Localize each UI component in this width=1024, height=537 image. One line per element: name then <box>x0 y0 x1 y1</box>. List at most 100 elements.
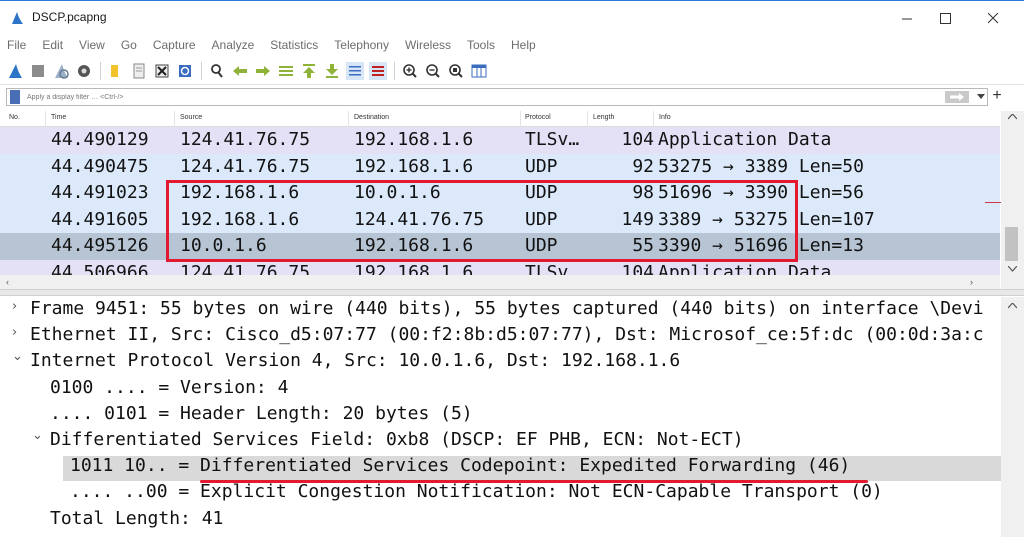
file-icon <box>133 63 145 78</box>
file-button[interactable] <box>130 62 148 80</box>
zoom-out-button[interactable] <box>424 62 442 80</box>
menu-capture[interactable]: Capture <box>153 38 196 52</box>
zoom-in-button[interactable] <box>401 62 419 80</box>
reload-button[interactable] <box>176 62 194 80</box>
cell-length: 104 <box>621 129 654 150</box>
column-divider <box>348 111 349 127</box>
cell-protocol: UDP <box>525 235 558 256</box>
packet-list-vertical-scrollbar[interactable] <box>1001 111 1024 275</box>
column-divider <box>45 111 46 127</box>
cell-info: 51696 → 3390 Len=56 <box>658 182 864 203</box>
cell-source: 192.168.1.6 <box>180 208 300 230</box>
table-row[interactable]: 44.491023 192.168.1.6 10.0.1.6 UDP 98 51… <box>0 180 1000 207</box>
resize-columns-button[interactable] <box>470 62 488 80</box>
detail-row[interactable]: › Frame 9451: 55 bytes on wire (440 bits)… <box>0 297 1000 323</box>
pane-splitter[interactable] <box>0 289 1024 296</box>
detail-text: Differentiated Services Field: 0xb8 (DSC… <box>50 429 744 450</box>
wireshark-app-icon <box>12 12 23 24</box>
menu-tools[interactable]: Tools <box>467 38 495 52</box>
close-file-icon <box>155 64 169 77</box>
menu-view[interactable]: View <box>79 38 105 52</box>
cell-destination: 192.168.1.6 <box>354 155 474 177</box>
detail-row[interactable]: › Ethernet II, Src: Cisco_d5:07:77 (00:f2… <box>0 323 1000 349</box>
table-row[interactable]: 44.490129 124.41.76.75 192.168.1.6 TLSv…… <box>0 127 1000 154</box>
column-header-destination[interactable]: Destination <box>354 114 389 121</box>
cell-time: 44.490129 <box>51 129 149 150</box>
title-bar: DSCP.pcapng <box>0 0 1024 34</box>
menu-edit[interactable]: Edit <box>42 38 63 52</box>
detail-row[interactable]: 1011 10.. = Differentiated Services Code… <box>0 454 1000 480</box>
last-packet-button[interactable] <box>323 62 341 80</box>
stop-capture-button[interactable] <box>29 62 47 80</box>
details-vertical-scrollbar[interactable] <box>1001 297 1024 537</box>
restart-capture-button[interactable] <box>52 62 70 80</box>
column-header-info[interactable]: Info <box>659 114 671 121</box>
detail-text: 1011 10.. = Differentiated Services Code… <box>70 455 851 477</box>
column-header-no[interactable]: No. <box>9 114 20 121</box>
go-to-packet-button[interactable] <box>277 62 295 80</box>
go-back-button[interactable] <box>231 62 249 80</box>
collapse-arrow-icon[interactable]: ⌄ <box>32 428 43 443</box>
open-file-button[interactable] <box>107 62 125 80</box>
detail-row[interactable]: .... 0101 = Header Length: 20 bytes (5) <box>0 402 1000 428</box>
table-row[interactable]: 44.491605 192.168.1.6 124.41.76.75 UDP 1… <box>0 206 1000 233</box>
main-toolbar <box>0 57 1024 85</box>
menu-help[interactable]: Help <box>511 38 536 52</box>
column-divider <box>587 111 588 127</box>
start-capture-button[interactable] <box>6 62 24 80</box>
detail-row[interactable]: 0100 .... = Version: 4 <box>0 376 1000 402</box>
column-header-time[interactable]: Time <box>51 114 66 121</box>
go-to-packet-icon <box>279 65 293 76</box>
add-filter-button[interactable]: + <box>990 86 1004 106</box>
chevron-up-icon[interactable] <box>1008 303 1017 309</box>
scrollbar-thumb[interactable] <box>1005 227 1018 261</box>
maximize-button[interactable] <box>922 1 968 35</box>
cell-info: 3390 → 51696 Len=13 <box>658 235 864 256</box>
packet-list-horizontal-scrollbar[interactable]: ‹ › <box>0 275 1000 289</box>
expand-arrow-icon[interactable]: › <box>12 299 17 314</box>
table-row[interactable]: 44.506966 124.41.76.75 192.168.1.6 TLSv…… <box>0 259 1000 275</box>
close-button[interactable] <box>970 1 1016 35</box>
menu-go[interactable]: Go <box>121 38 137 52</box>
menu-file[interactable]: File <box>7 38 26 52</box>
menu-wireless[interactable]: Wireless <box>405 38 451 52</box>
cell-info: 3389 → 53275 Len=107 <box>658 208 875 230</box>
chevron-left-icon[interactable]: ‹ <box>6 277 9 287</box>
column-header-protocol[interactable]: Protocol <box>525 114 551 121</box>
collapse-arrow-icon[interactable]: ⌄ <box>12 349 23 364</box>
colorize-button[interactable] <box>369 61 387 80</box>
go-forward-button[interactable] <box>254 62 272 80</box>
first-packet-button[interactable] <box>300 62 318 80</box>
find-icon <box>211 63 223 78</box>
cell-protocol: UDP <box>525 155 558 177</box>
menu-telephony[interactable]: Telephony <box>334 38 389 52</box>
detail-row[interactable]: ⌄ Differentiated Services Field: 0xb8 (DS… <box>0 428 1000 454</box>
find-packet-button[interactable] <box>208 62 226 80</box>
bookmark-icon[interactable] <box>10 90 20 104</box>
menu-statistics[interactable]: Statistics <box>270 38 318 52</box>
toolbar-separator <box>100 61 101 80</box>
detail-row[interactable]: Total Length: 41 <box>0 507 1000 533</box>
close-file-button[interactable] <box>153 62 171 80</box>
autoscroll-button[interactable] <box>346 61 364 80</box>
expand-arrow-icon[interactable]: › <box>12 325 17 340</box>
filter-history-dropdown[interactable] <box>975 91 987 103</box>
column-header-length[interactable]: Length <box>593 114 614 121</box>
chevron-right-icon[interactable]: › <box>970 277 973 287</box>
chevron-down-icon[interactable] <box>1008 266 1017 272</box>
table-row[interactable]: 44.490475 124.41.76.75 192.168.1.6 UDP 9… <box>0 153 1000 180</box>
arrow-right-icon <box>950 93 964 101</box>
zoom-out-icon <box>426 63 440 78</box>
column-header-source[interactable]: Source <box>180 114 202 121</box>
menu-analyze[interactable]: Analyze <box>212 38 255 52</box>
detail-text: Total Length: 41 <box>50 507 224 529</box>
chevron-up-icon[interactable] <box>1008 114 1017 120</box>
detail-row[interactable]: .... ..00 = Explicit Congestion Notifica… <box>0 480 1000 506</box>
display-filter-input[interactable] <box>27 89 927 105</box>
detail-row[interactable]: ⌄ Internet Protocol Version 4, Src: 10.0.… <box>0 349 1000 375</box>
table-row-selected[interactable]: 44.495126 10.0.1.6 192.168.1.6 UDP 55 33… <box>0 233 1000 260</box>
capture-options-button[interactable] <box>75 62 93 80</box>
detail-text: Frame 9451: 55 bytes on wire (440 bits),… <box>30 298 984 319</box>
apply-filter-button[interactable] <box>945 91 969 103</box>
normal-size-button[interactable] <box>447 62 465 80</box>
